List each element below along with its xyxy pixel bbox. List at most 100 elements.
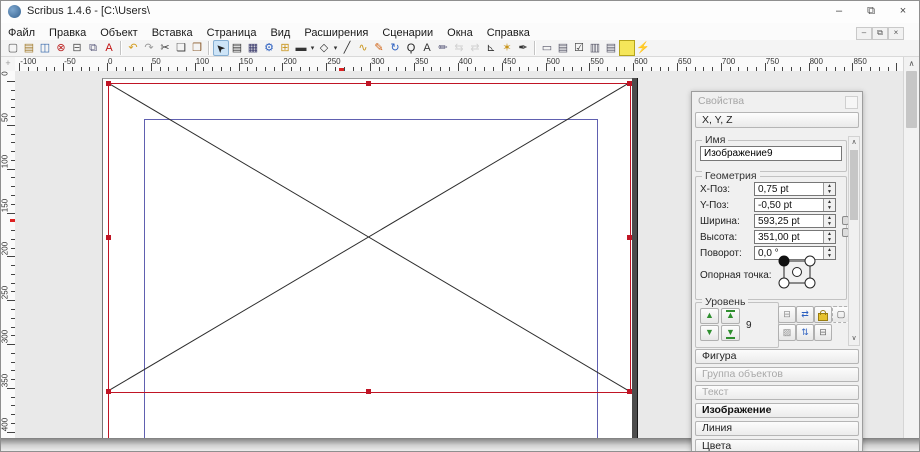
selection-handle[interactable]: [366, 389, 371, 394]
selection-handle[interactable]: [106, 235, 111, 240]
vertical-ruler[interactable]: 050100150200250300350400: [1, 71, 16, 438]
section-shape[interactable]: Фигура: [695, 349, 859, 364]
selection-handle[interactable]: [366, 81, 371, 86]
scroll-up-icon[interactable]: ∧: [904, 57, 919, 71]
pdf-link-annotation-button[interactable]: ⚡: [635, 40, 651, 56]
copy-item-properties-button[interactable]: ✶: [499, 40, 515, 56]
panel-scrollbar-thumb[interactable]: [850, 150, 858, 220]
mdi-minimize-button[interactable]: –: [856, 27, 872, 40]
menu-item-8[interactable]: Окна: [440, 25, 480, 41]
pdf-list-box-button[interactable]: ▤: [603, 40, 619, 56]
section-text[interactable]: Текст: [695, 385, 859, 400]
spinner[interactable]: ▲▼: [823, 231, 835, 243]
cut-button[interactable]: ✂: [157, 40, 173, 56]
preflight-verifier-button[interactable]: ⧉: [85, 40, 101, 56]
dropdown-arrow-icon[interactable]: ▾: [332, 44, 339, 52]
menu-item-4[interactable]: Страница: [200, 25, 264, 41]
spinner[interactable]: ▲▼: [823, 215, 835, 227]
insert-text-frame-button[interactable]: ▤: [229, 40, 245, 56]
ruler-origin-icon[interactable]: +: [1, 57, 16, 72]
link-text-frames-button[interactable]: ⇆: [451, 40, 467, 56]
spinner[interactable]: ▲▼: [823, 199, 835, 211]
insert-image-frame-button[interactable]: ▦: [245, 40, 261, 56]
eye-dropper-button[interactable]: ✒: [515, 40, 531, 56]
minimize-button[interactable]: –: [825, 1, 853, 21]
pdf-combo-box-button[interactable]: ▥: [587, 40, 603, 56]
no-print-button[interactable]: ⊟: [778, 306, 796, 323]
menu-item-6[interactable]: Расширения: [297, 25, 375, 41]
section-colors[interactable]: Цвета: [695, 439, 859, 452]
restore-button[interactable]: ⧉: [857, 1, 885, 21]
width-input[interactable]: 593,25 pt▲▼: [754, 214, 836, 228]
selection-handle[interactable]: [106, 81, 111, 86]
menu-item-2[interactable]: Объект: [93, 25, 144, 41]
panel-scrollbar[interactable]: ∧ ∨: [848, 136, 860, 346]
insert-polygon-button[interactable]: ◇: [316, 40, 332, 56]
insert-freehand-line-button[interactable]: ✎: [371, 40, 387, 56]
x-pos-input[interactable]: 0,75 pt▲▼: [754, 182, 836, 196]
menu-item-3[interactable]: Вставка: [145, 25, 200, 41]
menu-item-9[interactable]: Справка: [480, 25, 537, 41]
section-line[interactable]: Линия: [695, 421, 859, 436]
selection-handle[interactable]: [627, 389, 632, 394]
dropdown-arrow-icon[interactable]: ▾: [309, 44, 316, 52]
unlink-text-frames-button[interactable]: ⇄: [467, 40, 483, 56]
select-item-button[interactable]: ➤: [213, 40, 229, 56]
flip-vertical-button[interactable]: ⇅: [796, 324, 814, 341]
save-document-button[interactable]: ◫: [37, 40, 53, 56]
section-image[interactable]: Изображение: [695, 403, 859, 418]
zoom-tool-button[interactable]: Ϙ: [403, 40, 419, 56]
bookmark-button[interactable]: ▨: [778, 324, 796, 341]
print-object-button[interactable]: ⊟: [814, 324, 832, 341]
flip-horizontal-button[interactable]: ⇄: [796, 306, 814, 323]
insert-render-frame-button[interactable]: ⚙: [261, 40, 277, 56]
story-editor-button[interactable]: ✏: [435, 40, 451, 56]
panel-scroll-up-icon[interactable]: ∧: [849, 137, 859, 149]
close-document-button[interactable]: ⊗: [53, 40, 69, 56]
section-group[interactable]: Группа объектов: [695, 367, 859, 382]
panel-close-button[interactable]: [845, 96, 858, 109]
copy-button[interactable]: ❏: [173, 40, 189, 56]
raise-button[interactable]: ▲: [700, 308, 719, 324]
tab-xyz[interactable]: X, Y, Z: [695, 112, 859, 128]
pdf-push-button-button[interactable]: ▭: [539, 40, 555, 56]
raise-to-top-button[interactable]: ▲: [721, 308, 740, 324]
redo-button[interactable]: ↷: [141, 40, 157, 56]
insert-line-button[interactable]: ╱: [339, 40, 355, 56]
selection-handle[interactable]: [627, 235, 632, 240]
pdf-checkbox-button[interactable]: ☑: [571, 40, 587, 56]
spinner[interactable]: ▲▼: [823, 247, 835, 259]
selection-handle[interactable]: [627, 81, 632, 86]
lock-object-button[interactable]: [814, 306, 832, 323]
menu-item-5[interactable]: Вид: [263, 25, 297, 41]
edit-contents-button[interactable]: A: [419, 40, 435, 56]
mdi-close-button[interactable]: ×: [888, 27, 904, 40]
pdf-text-annotation-button[interactable]: [619, 40, 635, 56]
new-document-button[interactable]: ▢: [5, 40, 21, 56]
print-document-button[interactable]: ⊟: [69, 40, 85, 56]
insert-bezier-curve-button[interactable]: ∿: [355, 40, 371, 56]
spinner[interactable]: ▲▼: [823, 183, 835, 195]
y-pos-input[interactable]: -0,50 pt▲▼: [754, 198, 836, 212]
export-pdf-button[interactable]: A: [101, 40, 117, 56]
lower-button[interactable]: ▼: [700, 325, 719, 341]
canvas-scrollbar-thumb[interactable]: [906, 71, 917, 128]
panel-scroll-down-icon[interactable]: ∨: [849, 333, 859, 345]
canvas-scrollbar[interactable]: ∧: [903, 57, 919, 438]
horizontal-ruler[interactable]: -100-50050100150200250300350400450500550…: [15, 57, 904, 72]
lower-to-bottom-button[interactable]: ▼: [721, 325, 740, 341]
close-button[interactable]: ×: [889, 1, 917, 21]
undo-button[interactable]: ↶: [125, 40, 141, 56]
insert-table-button[interactable]: ⊞: [277, 40, 293, 56]
rotate-item-button[interactable]: ↻: [387, 40, 403, 56]
open-document-button[interactable]: ▤: [21, 40, 37, 56]
insert-shape-button[interactable]: ▬: [293, 40, 309, 56]
measurements-button[interactable]: ⊾: [483, 40, 499, 56]
pdf-text-field-button[interactable]: ▤: [555, 40, 571, 56]
paste-button[interactable]: ❒: [189, 40, 205, 56]
menu-item-7[interactable]: Сценарии: [375, 25, 440, 41]
menu-item-1[interactable]: Правка: [42, 25, 93, 41]
basepoint-selector[interactable]: [774, 252, 820, 294]
mdi-restore-button[interactable]: ⧉: [872, 27, 888, 40]
name-input[interactable]: [700, 146, 842, 161]
